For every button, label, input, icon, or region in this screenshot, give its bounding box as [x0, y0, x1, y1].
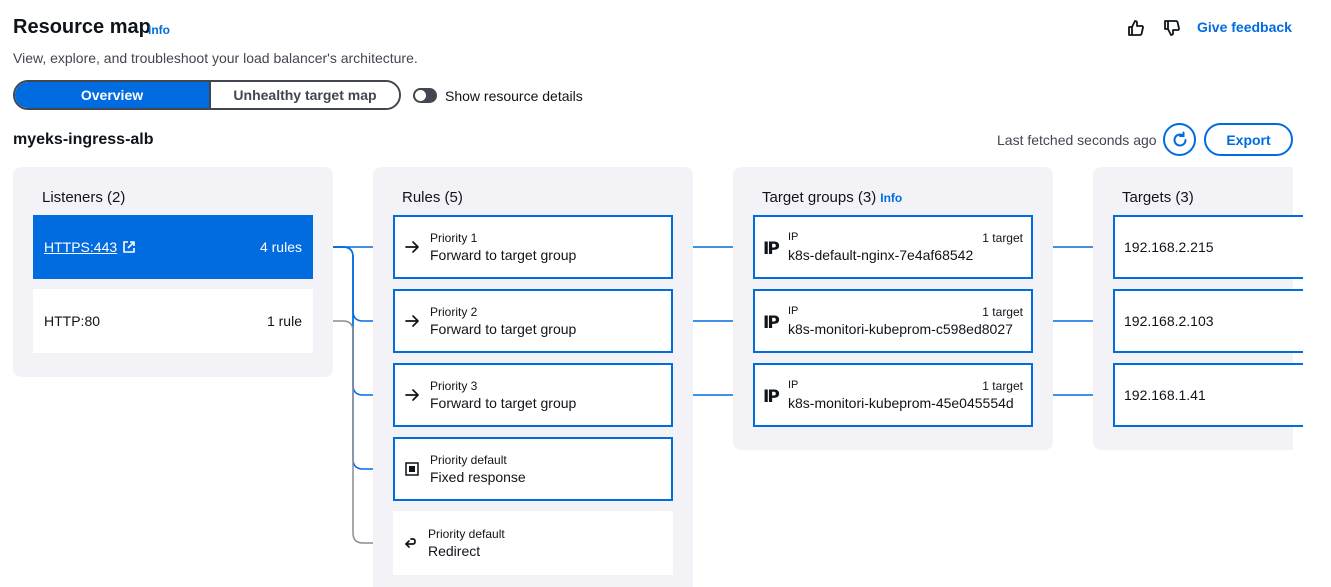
target-ip: 192.168.1.41	[1124, 387, 1206, 403]
resource-details-toggle[interactable]	[413, 88, 437, 103]
external-link-icon	[123, 241, 135, 253]
unhealthy-target-map-tab[interactable]: Unhealthy target map	[209, 82, 399, 108]
rules-panel: Rules (5) Priority 1 Forward to target g…	[373, 167, 693, 587]
rule-priority: Priority 3	[430, 379, 478, 393]
listener-name: HTTP:80	[44, 313, 101, 329]
give-feedback-link[interactable]: Give feedback	[1197, 19, 1292, 35]
arrow-right-icon	[404, 387, 420, 403]
target-group-type: IP	[788, 231, 799, 243]
arrow-right-icon	[404, 313, 420, 329]
rules-title: Rules (5)	[402, 189, 463, 206]
target-group-count: 1 target	[982, 305, 1023, 319]
view-segmented-control: Overview Unhealthy target map	[13, 80, 401, 110]
rule-action: Fixed response	[430, 469, 526, 485]
fixed-response-icon	[404, 461, 420, 477]
listener-http-80[interactable]: HTTP:80 1 rule	[33, 289, 313, 353]
thumbs-up-icon[interactable]	[1127, 19, 1145, 37]
target-group-count: 1 target	[982, 379, 1023, 393]
arrow-right-icon	[404, 239, 420, 255]
refresh-button[interactable]	[1163, 123, 1196, 156]
target-groups-title-wrap: Target groups (3) Info	[762, 189, 902, 206]
export-button[interactable]: Export	[1204, 123, 1293, 156]
rule-card[interactable]: Priority default Fixed response	[393, 437, 673, 501]
target-card[interactable]: 192.168.1.41	[1113, 363, 1303, 427]
ip-type-icon: IP	[763, 313, 780, 333]
targets-panel: Targets (3) 192.168.2.215 192.168.2.103 …	[1093, 167, 1303, 450]
load-balancer-name: myeks-ingress-alb	[13, 131, 154, 148]
thumbs-down-icon[interactable]	[1163, 19, 1181, 37]
rule-priority: Priority default	[430, 453, 507, 467]
target-card[interactable]: 192.168.2.215	[1113, 215, 1303, 279]
rule-priority: Priority 2	[430, 305, 478, 319]
rule-card[interactable]: Priority 2 Forward to target group	[393, 289, 673, 353]
resource-details-label: Show resource details	[445, 88, 583, 104]
rule-action: Forward to target group	[430, 321, 577, 337]
target-groups-panel: Target groups (3) Info IP IP 1 target k8s…	[733, 167, 1053, 450]
rule-action: Forward to target group	[430, 395, 577, 411]
target-ip: 192.168.2.103	[1124, 313, 1214, 329]
target-group-type: IP	[788, 379, 799, 391]
listeners-title: Listeners (2)	[42, 189, 126, 206]
target-group-card[interactable]: IP IP 1 target k8s-monitori-kubeprom-45e…	[753, 363, 1033, 427]
rule-card[interactable]: Priority 1 Forward to target group	[393, 215, 673, 279]
rule-action: Forward to target group	[430, 247, 577, 263]
listeners-panel: Listeners (2) HTTPS:443 4 rules HTTP:80 …	[13, 167, 333, 377]
listener-name[interactable]: HTTPS:443	[44, 239, 117, 255]
target-groups-info-link[interactable]: Info	[880, 191, 902, 205]
page-title: Resource map	[13, 16, 151, 38]
refresh-icon	[1173, 131, 1186, 146]
rule-priority: Priority default	[428, 527, 505, 541]
listener-rule-count: 4 rules	[259, 239, 302, 255]
target-group-name: k8s-default-nginx-7e4af68542	[788, 247, 974, 263]
rule-priority: Priority 1	[430, 231, 478, 245]
info-link[interactable]: Info	[148, 23, 170, 37]
target-group-count: 1 target	[982, 231, 1023, 245]
ip-type-icon: IP	[763, 239, 780, 259]
target-group-type: IP	[788, 305, 799, 317]
redirect-icon	[402, 535, 418, 551]
listener-rule-count: 1 rule	[266, 313, 302, 329]
overview-tab[interactable]: Overview	[15, 82, 209, 108]
page-subtitle: View, explore, and troubleshoot your loa…	[13, 50, 418, 66]
target-ip: 192.168.2.215	[1124, 239, 1214, 255]
toggle-knob	[415, 90, 426, 101]
target-group-card[interactable]: IP IP 1 target k8s-default-nginx-7e4af68…	[753, 215, 1033, 279]
rule-card[interactable]: Priority 3 Forward to target group	[393, 363, 673, 427]
target-group-name: k8s-monitori-kubeprom-c598ed8027	[788, 321, 1013, 337]
ip-type-icon: IP	[763, 387, 780, 407]
listener-https-443[interactable]: HTTPS:443 4 rules	[33, 215, 313, 279]
target-group-name: k8s-monitori-kubeprom-45e045554d	[788, 395, 1014, 411]
rule-action: Redirect	[428, 543, 481, 559]
target-card[interactable]: 192.168.2.103	[1113, 289, 1303, 353]
rule-card[interactable]: Priority default Redirect	[393, 511, 673, 575]
last-fetched-text: Last fetched seconds ago	[997, 132, 1157, 148]
targets-title: Targets (3)	[1122, 189, 1194, 206]
target-groups-title: Target groups (3)	[762, 189, 877, 206]
target-group-card[interactable]: IP IP 1 target k8s-monitori-kubeprom-c59…	[753, 289, 1033, 353]
